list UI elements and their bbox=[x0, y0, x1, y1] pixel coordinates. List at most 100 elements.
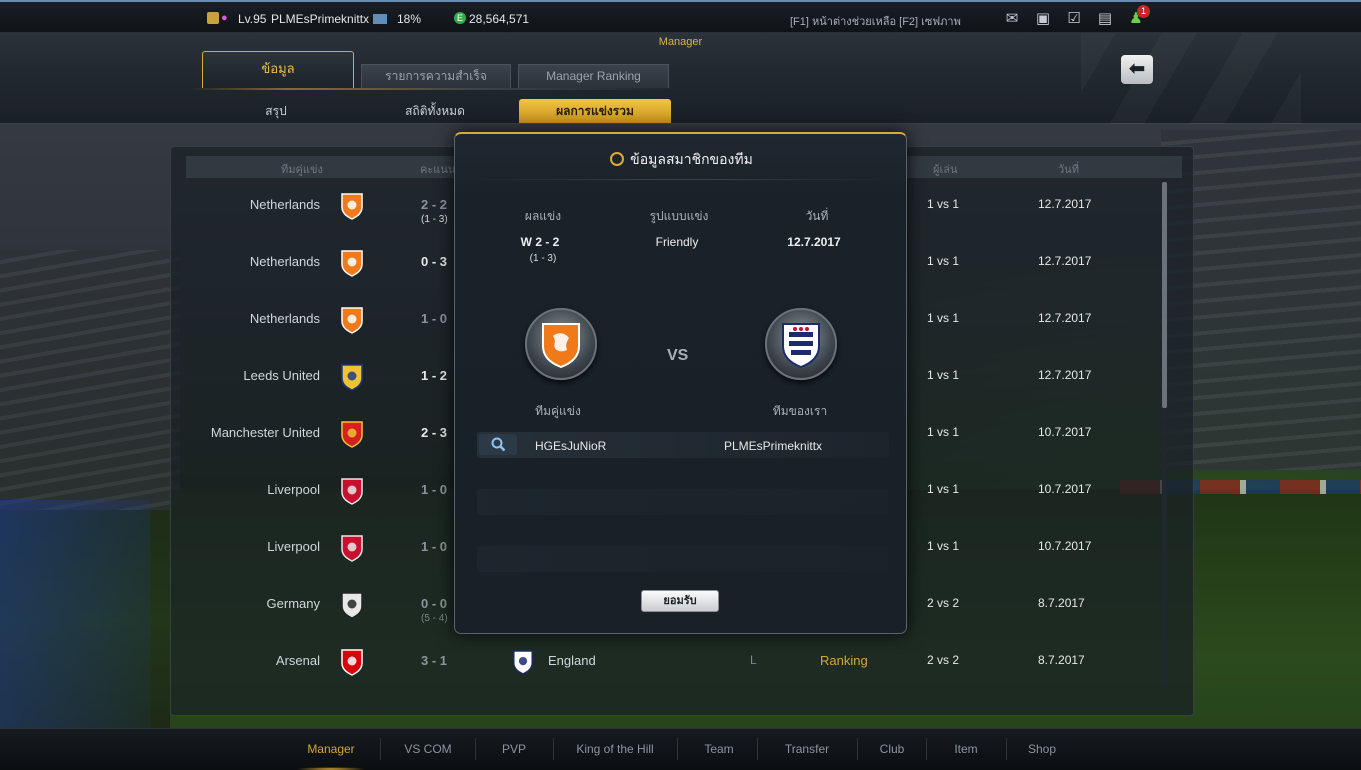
our-crest bbox=[765, 308, 837, 380]
player-row-empty bbox=[477, 489, 889, 515]
our-player-name: PLMEsPrimeknittx bbox=[724, 439, 823, 453]
match-score: 0 - 3 bbox=[421, 254, 448, 269]
match-mode: 2 vs 2 bbox=[927, 653, 960, 667]
format-label: รูปแบบแข่ง bbox=[649, 209, 709, 223]
england-crest-icon bbox=[782, 323, 820, 368]
liverpool-crest-icon bbox=[341, 478, 363, 505]
opponent-badge bbox=[340, 420, 364, 448]
match-kind: Ranking bbox=[820, 653, 868, 668]
nav-separator bbox=[380, 738, 381, 760]
match-result: L bbox=[750, 653, 757, 667]
match-score: 1 - 0 bbox=[421, 311, 448, 326]
date-label: วันที่ bbox=[805, 209, 829, 223]
format-value: Friendly bbox=[655, 235, 699, 249]
nav-separator bbox=[1006, 738, 1007, 760]
match-date: 10.7.2017 bbox=[1038, 482, 1092, 496]
penalty-score: (1 - 3) bbox=[421, 214, 448, 225]
opponent-badge bbox=[340, 477, 364, 505]
magnifier-icon bbox=[491, 437, 506, 452]
england-crest-icon bbox=[513, 650, 533, 675]
match-score: 2 - 3 bbox=[421, 425, 448, 440]
search-icon bbox=[610, 152, 625, 166]
subtab-summary[interactable]: สรุป bbox=[236, 99, 316, 123]
team-member-dialog: ข้อมูลสมาชิกของทีม ผลแข่ง รูปแบบแข่ง วัน… bbox=[454, 132, 907, 634]
opponent-team-name: Liverpool bbox=[267, 482, 320, 497]
mail-icon[interactable]: ✉ bbox=[1002, 10, 1022, 28]
opponent-team-name: Liverpool bbox=[267, 539, 320, 554]
our-team-label: ทีมของเรา bbox=[772, 404, 828, 418]
exp-percent: 18% bbox=[397, 12, 422, 26]
match-date: 8.7.2017 bbox=[1038, 653, 1085, 667]
opponent-badge bbox=[340, 192, 364, 220]
page-title: Manager bbox=[658, 36, 703, 48]
opponent-team-name: Netherlands bbox=[249, 197, 320, 212]
match-mode: 1 vs 1 bbox=[927, 482, 960, 496]
money-amount: 28,564,571 bbox=[469, 12, 530, 26]
opponent-crest bbox=[525, 308, 597, 380]
liverpool-crest-icon bbox=[341, 535, 363, 562]
subtab-all-stats[interactable]: สถิติทั้งหมด bbox=[380, 99, 490, 123]
match-mode: 1 vs 1 bbox=[927, 368, 960, 382]
date-value: 12.7.2017 bbox=[787, 235, 841, 249]
profile-card-icon[interactable]: ▣ bbox=[1033, 10, 1053, 28]
notification-badge: 1 bbox=[1137, 5, 1150, 18]
germany-crest-icon bbox=[341, 592, 363, 619]
column-header-score: คะแนน bbox=[420, 164, 456, 176]
result-penalties: (1 - 3) bbox=[529, 253, 557, 264]
result-label: ผลแข่ง bbox=[524, 209, 562, 223]
scrollbar[interactable] bbox=[1162, 182, 1167, 687]
opponent-team-name: Arsenal bbox=[275, 653, 320, 668]
match-score: 3 - 1 bbox=[421, 653, 448, 668]
dialog-title-text: ข้อมูลสมาชิกของทีม bbox=[630, 151, 753, 167]
tab-underline bbox=[190, 88, 680, 90]
back-button[interactable]: ⬅ bbox=[1121, 55, 1153, 84]
match-mode: 1 vs 1 bbox=[927, 311, 960, 325]
match-mode: 2 vs 2 bbox=[927, 596, 960, 610]
netherlands-crest-icon bbox=[542, 323, 580, 368]
opponent-badge bbox=[340, 306, 364, 334]
player-search-button[interactable] bbox=[479, 434, 517, 455]
match-date: 12.7.2017 bbox=[1038, 368, 1092, 382]
netherlands-crest-icon bbox=[341, 250, 363, 277]
top-status-bar: ● Lv.95 PLMEsPrimeknittx 18% E 28,564,57… bbox=[0, 0, 1361, 33]
opponent-team-name: Leeds United bbox=[243, 368, 320, 383]
accept-button[interactable]: ยอมรับ bbox=[641, 590, 719, 612]
column-header-players: ผู้เล่น bbox=[933, 164, 958, 176]
table-row[interactable]: Arsenal 3 - 1 England L Ranking 2 vs 2 8.7.201… bbox=[186, 639, 1161, 696]
tab-info[interactable]: ข้อมูล bbox=[202, 51, 354, 88]
manchester-united-crest-icon bbox=[341, 421, 363, 448]
match-date: 10.7.2017 bbox=[1038, 539, 1092, 553]
match-score: 1 - 0 bbox=[421, 539, 448, 554]
netherlands-crest-icon bbox=[341, 193, 363, 220]
tab-manager-ranking[interactable]: Manager Ranking bbox=[518, 64, 669, 88]
nav-shop[interactable]: Shop bbox=[982, 742, 1102, 756]
match-date: 10.7.2017 bbox=[1038, 425, 1092, 439]
column-header-opponent: ทีมคู่แข่ง bbox=[281, 164, 323, 176]
help-hint: [F1] หน้าต่างช่วยเหลือ [F2] เซฟภาพ bbox=[790, 16, 961, 28]
opponent-team-label: ทีมคู่แข่ง bbox=[535, 404, 581, 418]
own-team-badge bbox=[512, 649, 534, 675]
match-date: 12.7.2017 bbox=[1038, 197, 1092, 211]
match-score: 1 - 0 bbox=[421, 482, 448, 497]
match-date: 8.7.2017 bbox=[1038, 596, 1085, 610]
controller-icon: ● bbox=[221, 12, 228, 24]
calendar-check-icon[interactable]: ☑ bbox=[1064, 10, 1084, 28]
tab-achievements[interactable]: รายการความสำเร็จ bbox=[361, 64, 511, 88]
scrollbar-thumb[interactable] bbox=[1162, 182, 1167, 408]
netherlands-crest-icon bbox=[341, 307, 363, 334]
opponent-player-name: HGEsJuNioR bbox=[535, 439, 607, 453]
result-value: W 2 - 2 bbox=[520, 235, 560, 249]
match-date: 12.7.2017 bbox=[1038, 254, 1092, 268]
exp-bar bbox=[373, 14, 387, 24]
nav-separator bbox=[857, 738, 858, 760]
chat-icon[interactable]: ▤ bbox=[1095, 10, 1115, 28]
back-arrow-icon: ⬅ bbox=[1128, 58, 1146, 80]
bottom-nav: Manager VS COM PVP King of the Hill Team Tran… bbox=[0, 728, 1361, 770]
nav-king-of-the-hill[interactable]: King of the Hill bbox=[555, 742, 675, 756]
player-name: PLMEsPrimeknittx bbox=[271, 12, 370, 26]
match-mode: 1 vs 1 bbox=[927, 254, 960, 268]
nav-separator bbox=[926, 738, 927, 760]
match-mode: 1 vs 1 bbox=[927, 197, 960, 211]
subtab-match-results[interactable]: ผลการแข่งรวม bbox=[519, 99, 671, 123]
nav-separator bbox=[553, 738, 554, 760]
